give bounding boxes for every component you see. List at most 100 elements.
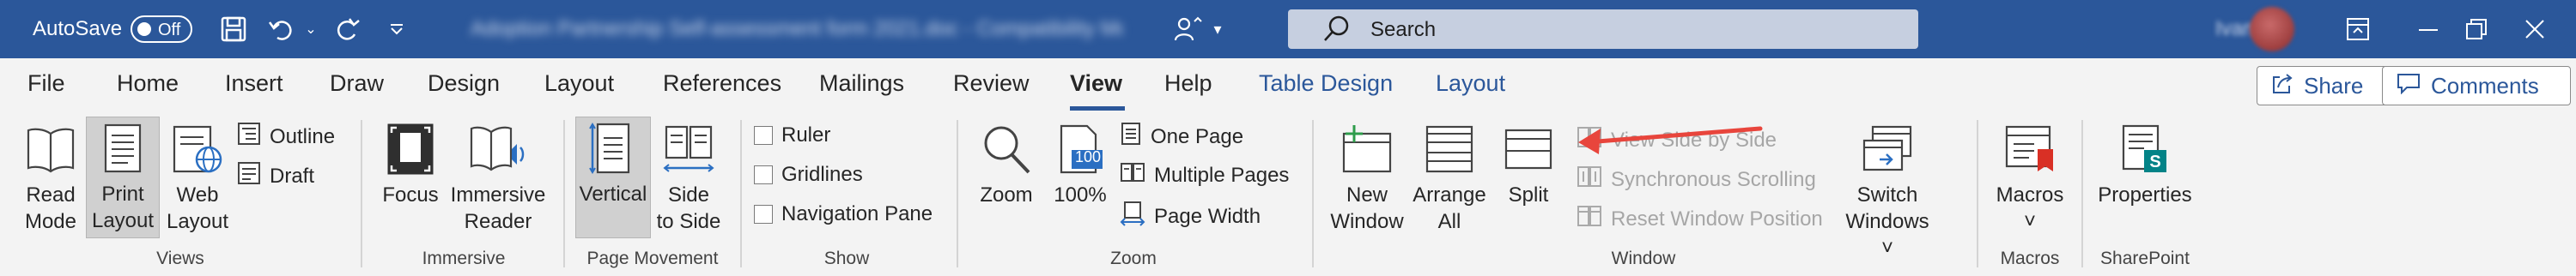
group-separator [361, 120, 362, 267]
save-icon[interactable] [216, 12, 251, 46]
properties-label: Properties [2098, 183, 2192, 207]
read-mode-label-2: Mode [24, 210, 77, 233]
search-placeholder: Search [1370, 18, 1437, 41]
vertical-scroll-icon [589, 117, 637, 179]
search-box[interactable]: Search [1288, 9, 1918, 49]
redo-icon[interactable] [330, 12, 364, 46]
focus-button[interactable]: Focus [374, 118, 447, 208]
switch-windows-button[interactable]: Switch Windows ˅ [1839, 118, 1935, 261]
page-movement-group-label: Page Movement [586, 249, 719, 268]
side-to-side-label-1: Side [667, 183, 710, 207]
immersive-reader-button[interactable]: Immersive Reader [448, 118, 548, 235]
draft-button[interactable]: Draft [237, 161, 314, 191]
tab-mailings[interactable]: Mailings [819, 70, 904, 97]
print-layout-button[interactable]: Print Layout [86, 117, 160, 238]
customize-qat-icon[interactable] [380, 12, 414, 46]
tab-table-layout[interactable]: Layout [1436, 70, 1505, 97]
window-group-label: Window [1611, 249, 1676, 268]
tab-review[interactable]: Review [953, 70, 1030, 97]
split-label: Split [1508, 183, 1549, 207]
show-group-label: Show [823, 249, 870, 268]
undo-icon[interactable] [264, 12, 299, 46]
tab-table-design[interactable]: Table Design [1259, 70, 1393, 97]
views-group-label: Views [156, 249, 204, 268]
undo-dropdown-icon[interactable]: ⌄ [301, 12, 321, 46]
title-bar: AutoSave Off ⌄ Adoption Partnership Self… [0, 0, 2576, 58]
zoom-100-icon: 100 [1056, 118, 1104, 180]
print-layout-label-1: Print [101, 183, 144, 206]
one-page-label: One Page [1151, 124, 1244, 148]
synchronous-scrolling-button[interactable]: Synchronous Scrolling [1577, 165, 1816, 195]
multiple-pages-label: Multiple Pages [1154, 163, 1290, 187]
minimize-icon[interactable] [2403, 9, 2454, 50]
autosave-toggle[interactable]: Off [131, 15, 192, 43]
tab-references[interactable]: References [663, 70, 781, 97]
view-side-by-side-label: View Side by Side [1611, 128, 1777, 152]
gridlines-checkbox[interactable]: Gridlines [754, 163, 863, 187]
print-layout-icon [102, 117, 143, 179]
web-layout-button[interactable]: Web Layout [163, 118, 232, 235]
web-layout-label-2: Layout [166, 210, 229, 233]
properties-button[interactable]: S Properties [2092, 118, 2198, 208]
web-layout-label-1: Web [176, 183, 219, 207]
synchronous-scrolling-label: Synchronous Scrolling [1611, 167, 1816, 191]
tab-help[interactable]: Help [1164, 70, 1212, 97]
tab-view[interactable]: View [1070, 70, 1122, 97]
reset-window-position-button[interactable]: Reset Window Position [1577, 204, 1823, 234]
read-mode-icon [25, 118, 76, 180]
macros-label: Macros [1996, 183, 2064, 207]
autosave-label: AutoSave [33, 17, 123, 40]
switch-windows-label-2: Windows ˅ [1845, 210, 1929, 260]
web-layout-icon [171, 118, 224, 180]
page-width-button[interactable]: Page Width [1120, 201, 1261, 232]
tab-layout[interactable]: Layout [544, 70, 614, 97]
tab-insert[interactable]: Insert [225, 70, 283, 97]
autosave-state: Off [158, 21, 181, 39]
tab-home[interactable]: Home [117, 70, 179, 97]
group-separator [563, 120, 565, 267]
comments-button[interactable]: Comments [2382, 66, 2571, 105]
coauthor-icon[interactable] [1171, 12, 1206, 46]
side-to-side-button[interactable]: Side to Side [654, 118, 723, 235]
avatar[interactable] [2250, 7, 2294, 51]
ruler-label: Ruler [781, 123, 831, 147]
multiple-pages-button[interactable]: Multiple Pages [1120, 161, 1289, 189]
ribbon-display-options-icon[interactable] [2332, 9, 2384, 50]
navigation-pane-checkbox-box[interactable] [754, 205, 773, 224]
side-to-side-label-2: to Side [656, 210, 721, 233]
new-window-label-2: Window [1330, 210, 1404, 233]
group-separator [1977, 120, 1978, 267]
view-side-by-side-icon [1577, 125, 1602, 155]
one-page-button[interactable]: One Page [1120, 122, 1243, 152]
zoom-button[interactable]: Zoom [972, 118, 1041, 208]
gridlines-checkbox-box[interactable] [754, 165, 773, 184]
share-button[interactable]: Share [2257, 66, 2392, 105]
vertical-button[interactable]: Vertical [575, 117, 651, 238]
multiple-pages-icon [1120, 161, 1145, 189]
split-button[interactable]: Split [1492, 118, 1564, 208]
immersive-reader-label-1: Immersive [450, 183, 546, 207]
new-window-icon [1340, 118, 1394, 180]
focus-icon [385, 118, 436, 180]
macros-button[interactable]: Macros ˅ [1989, 118, 2071, 235]
sharepoint-group-label: SharePoint [2100, 249, 2190, 268]
restore-icon[interactable] [2451, 9, 2502, 50]
tab-draw[interactable]: Draw [330, 70, 384, 97]
zoom-100-button[interactable]: 100 100% [1046, 118, 1115, 208]
outline-button[interactable]: Outline [237, 122, 335, 152]
ruler-checkbox-box[interactable] [754, 126, 773, 145]
view-side-by-side-button[interactable]: View Side by Side [1577, 125, 1777, 155]
ruler-checkbox[interactable]: Ruler [754, 123, 830, 147]
read-mode-button[interactable]: Read Mode [15, 118, 86, 235]
immersive-group-label: Immersive [422, 249, 506, 268]
active-tab-indicator [1070, 106, 1125, 111]
navigation-pane-checkbox[interactable]: Navigation Pane [754, 202, 933, 226]
arrange-all-label-2: All [1437, 210, 1461, 233]
new-window-button[interactable]: New Window [1327, 118, 1406, 235]
tab-design[interactable]: Design [428, 70, 500, 97]
tab-file[interactable]: File [27, 70, 65, 97]
vertical-label: Vertical [579, 183, 647, 206]
close-icon[interactable] [2509, 9, 2561, 50]
arrange-all-button[interactable]: Arrange All [1408, 118, 1491, 235]
coauthor-dropdown-icon[interactable]: ▾ [1206, 12, 1230, 46]
